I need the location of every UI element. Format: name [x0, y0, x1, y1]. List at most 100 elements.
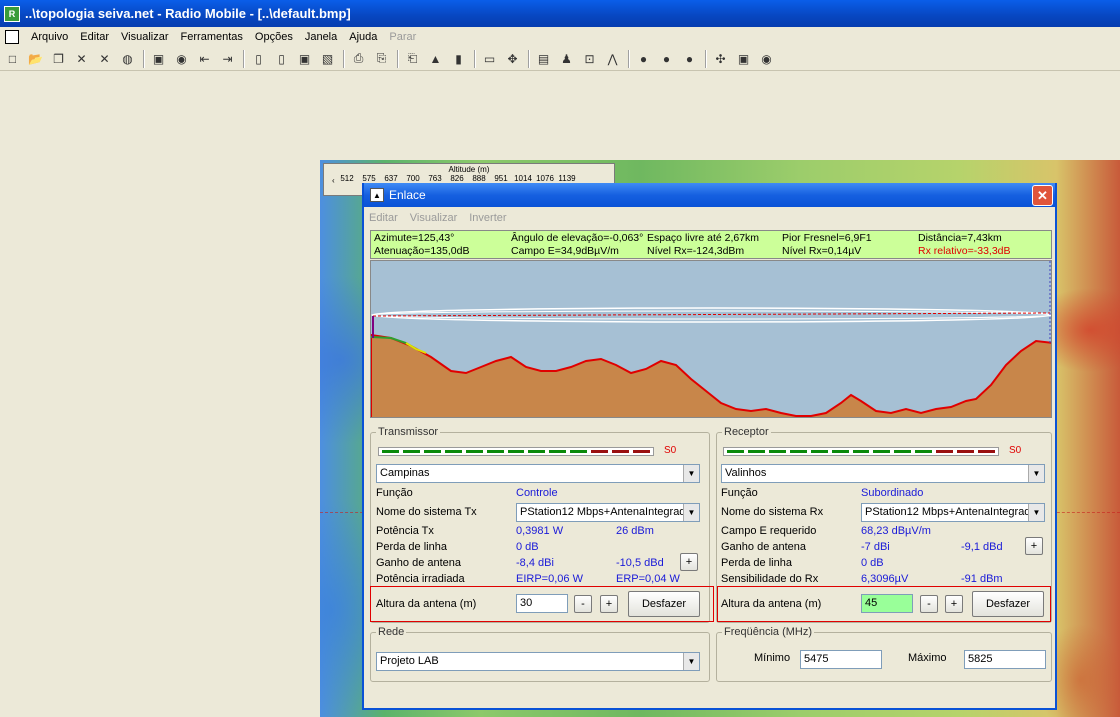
menu-ferramentas[interactable]: Ferramentas [175, 31, 249, 43]
menu-ajuda[interactable]: Ajuda [343, 31, 383, 43]
radio-link-icon[interactable]: ⋀ [602, 49, 623, 69]
chevron-down-icon[interactable]: ▼ [683, 465, 699, 482]
globe-green-icon[interactable]: ● [633, 49, 654, 69]
info-rx-relative: Rx relativo=-33,3dB [918, 245, 1011, 257]
tx-gain-plus-button[interactable]: + [680, 553, 698, 571]
dialog-menu-inverter: Inverter [469, 212, 507, 224]
disk-icon[interactable]: ◉ [171, 49, 192, 69]
enlace-dialog: ▲ Enlace ✕ Editar Visualizar Inverter Az… [362, 183, 1057, 710]
sphere-icon[interactable]: ● [679, 49, 700, 69]
rx-system-select[interactable]: PStation12 Mbps+AntenaIntegrad ▼ [861, 503, 1045, 522]
rx-height-label: Altura da antena (m) [721, 598, 822, 610]
page-edit-icon[interactable]: ▯ [271, 49, 292, 69]
globe-icon[interactable]: ◍ [117, 49, 138, 69]
frequency-min-label: Mínimo [754, 652, 791, 664]
globe-search-icon[interactable]: ◉ [756, 49, 777, 69]
person-icon[interactable]: ♟ [556, 49, 577, 69]
rx-line-loss-value: 0 dB [861, 557, 884, 569]
rx-sensitivity-dbm: -91 dBm [961, 573, 1003, 585]
print-icon[interactable]: ⎙ [348, 49, 369, 69]
save-icon[interactable]: ▣ [148, 49, 169, 69]
info-free-space: Espaço livre até 2,67km [647, 232, 760, 244]
toolbar: □ 📂 ❐ ✕ ✕ ◍ ▣ ◉ ⇤ ⇥ ▯ ▯ ▣ ▧ ⎙ ⎘ ⎗ ▲ ▮ ▭ ✥ ▤ ♟ ⊡ ⋀ ● ● ● ✣ ▣ ◉ [0, 47, 1120, 71]
network-value: Projeto LAB [380, 655, 439, 667]
menu-editar[interactable]: Editar [74, 31, 115, 43]
tx-power-w: 0,3981 W [516, 525, 564, 537]
tx-undo-button[interactable]: Desfazer [628, 591, 700, 617]
page-icon[interactable]: ▯ [248, 49, 269, 69]
new-icon[interactable]: □ [2, 49, 23, 69]
chevron-down-icon[interactable]: ▼ [1028, 465, 1044, 482]
rx-gain-plus-button[interactable]: + [1025, 537, 1043, 555]
tx-height-input[interactable]: 30 [516, 594, 568, 613]
earth-icon[interactable]: ● [656, 49, 677, 69]
last-icon[interactable]: ⇥ [217, 49, 238, 69]
open-icon[interactable]: 📂 [25, 49, 46, 69]
menu-visualizar[interactable]: Visualizar [115, 31, 175, 43]
tx-system-select[interactable]: PStation12 Mbps+AntenaIntegrad ▼ [516, 503, 700, 522]
frequency-min-input[interactable]: 5475 [800, 650, 882, 669]
first-icon[interactable]: ⇤ [194, 49, 215, 69]
chevron-down-icon[interactable]: ▼ [1028, 504, 1044, 521]
toolbar-separator [397, 49, 399, 68]
fit-icon[interactable]: ⊡ [579, 49, 600, 69]
transmitter-group-label: Transmissor [378, 426, 439, 438]
rx-field-value: 68,23 dBµV/m [861, 525, 931, 537]
rx-gain-dbi: -7 dBi [861, 541, 890, 553]
menu-bar: Arquivo Editar Visualizar Ferramentas Op… [0, 27, 1120, 47]
rx-function-label: Função [721, 487, 758, 499]
ruler-icon[interactable]: ▭ [479, 49, 500, 69]
tx-height-plus-button[interactable]: + [600, 595, 618, 613]
info-distance: Distância=7,43km [918, 232, 1002, 244]
grid-icon[interactable]: ✣ [710, 49, 731, 69]
tx-line-loss-label: Perda de linha [376, 541, 447, 553]
units-icon[interactable]: ✕ [94, 49, 115, 69]
copy-icon[interactable]: ⎘ [371, 49, 392, 69]
frequency-max-input[interactable]: 5825 [964, 650, 1046, 669]
dialog-menu-editar: Editar [369, 212, 398, 224]
table-icon[interactable]: ▤ [533, 49, 554, 69]
gradient-icon[interactable]: ▮ [448, 49, 469, 69]
rx-unit-select[interactable]: Valinhos ▼ [721, 464, 1045, 483]
rx-system-value: PStation12 Mbps+AntenaIntegrad [865, 506, 1031, 518]
tx-radiated-label: Potência irradiada [376, 573, 465, 585]
legend-tick: 512 [340, 174, 354, 183]
tx-gain-dbd: -10,5 dBd [616, 557, 664, 569]
rx-height-input[interactable]: 45 [861, 594, 913, 613]
toolbar-separator [705, 49, 707, 68]
book-icon[interactable]: ▣ [733, 49, 754, 69]
chevron-left-icon[interactable]: ‹ [332, 176, 335, 185]
legend-ticks: 512 575 637 700 763 826 888 951 1014 1076 1139 [324, 174, 614, 183]
menu-janela[interactable]: Janela [299, 31, 343, 43]
menu-arquivo[interactable]: Arquivo [25, 31, 74, 43]
network-icon[interactable]: ✕ [71, 49, 92, 69]
paste-icon[interactable]: ⎗ [402, 49, 423, 69]
menu-parar: Parar [389, 31, 417, 43]
network-group-label: Rede [378, 626, 405, 638]
legend-tick: 1076 [536, 174, 554, 183]
document-icon[interactable] [5, 30, 19, 44]
network-select[interactable]: Projeto LAB ▼ [376, 652, 700, 671]
menu-opcoes[interactable]: Opções [249, 31, 299, 43]
elevation-icon[interactable]: ▲ [425, 49, 446, 69]
rx-sensitivity-uv: 6,3096µV [861, 573, 909, 585]
rx-height-minus-button[interactable]: - [920, 595, 938, 613]
pdf-icon[interactable]: ▧ [317, 49, 338, 69]
copy-map-icon[interactable]: ❐ [48, 49, 69, 69]
rx-function-value: Subordinado [861, 487, 924, 499]
frequency-group-label: Freqüência (MHz) [724, 626, 813, 638]
tx-unit-select[interactable]: Campinas ▼ [376, 464, 700, 483]
crosshair-icon[interactable]: ✥ [502, 49, 523, 69]
save-all-icon[interactable]: ▣ [294, 49, 315, 69]
tx-height-minus-button[interactable]: - [574, 595, 592, 613]
info-field-e: Campo E=34,9dBµV/m [511, 245, 619, 257]
tx-s-level: S0 [664, 445, 677, 456]
tx-power-label: Potência Tx [376, 525, 434, 537]
rx-undo-button[interactable]: Desfazer [972, 591, 1044, 617]
legend-tick: 1139 [558, 174, 576, 183]
close-icon[interactable]: ✕ [1032, 185, 1053, 206]
chevron-down-icon[interactable]: ▼ [683, 504, 699, 521]
terrain-profile[interactable] [370, 260, 1052, 418]
rx-height-plus-button[interactable]: + [945, 595, 963, 613]
chevron-down-icon[interactable]: ▼ [683, 653, 699, 670]
